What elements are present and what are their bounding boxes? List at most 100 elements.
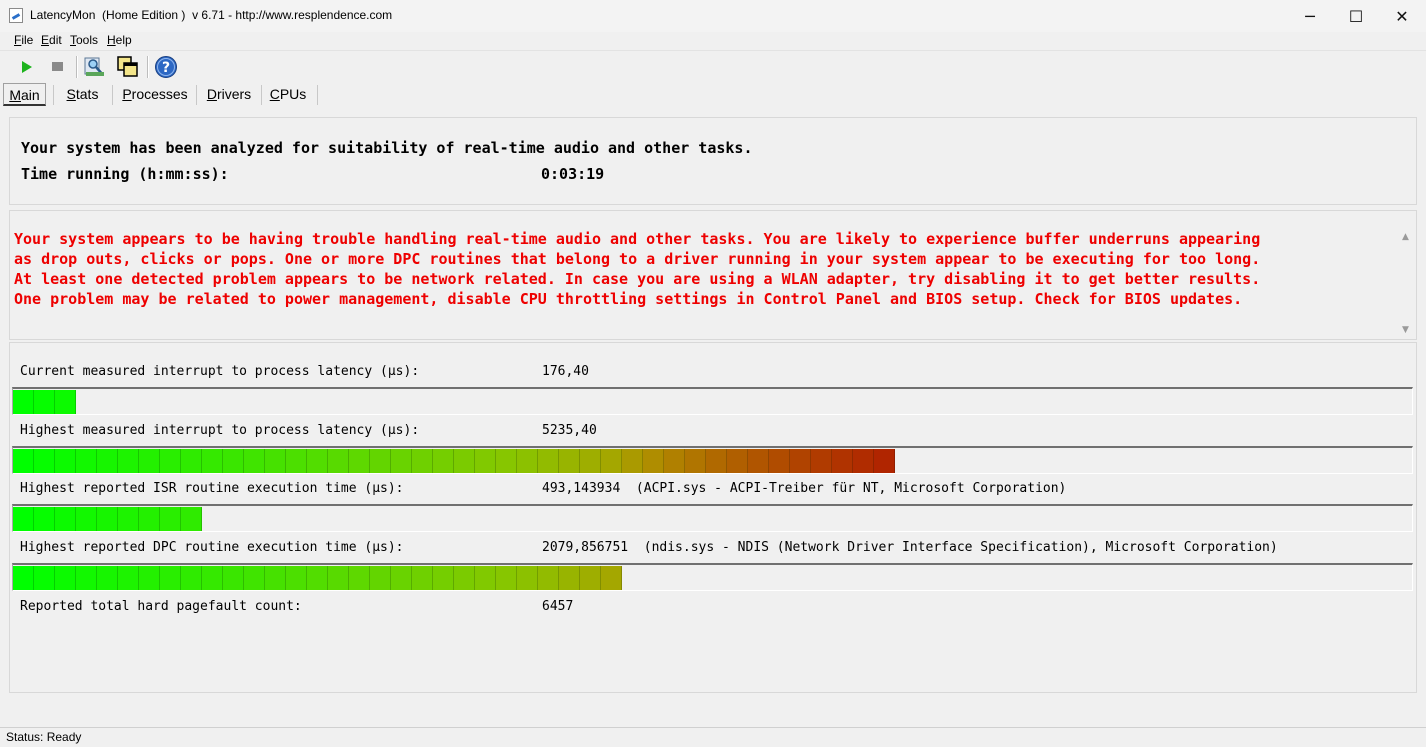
bar-segment [76,507,97,531]
highest-isr-value: 493,143934 (ACPI.sys - ACPI-Treiber für … [542,481,1067,496]
bar-segment [328,449,349,473]
tab-cpus[interactable]: CPUs [267,83,309,106]
toolbar: ? [0,52,1426,82]
bar-segment [790,449,811,473]
bar-segment [181,449,202,473]
tab-separator [53,85,54,105]
menu-help[interactable]: Help [107,33,132,47]
bar-segment [475,566,496,590]
pagefault-value: 6457 [542,599,574,614]
maximize-icon: ☐ [1348,6,1364,26]
bar-segment [643,449,664,473]
tab-drivers[interactable]: Drivers [202,83,256,106]
highest-dpc-bar [12,563,1413,591]
bar-segment [496,449,517,473]
highest-latency-bar [12,446,1413,474]
bar-segment [391,566,412,590]
bar-segment [559,449,580,473]
bar-segment [13,449,34,473]
bar-segment [454,566,475,590]
scroll-up-arrow[interactable]: ▲ [1402,232,1409,242]
stop-button[interactable] [46,55,70,79]
tab-separator [317,85,318,105]
bar-segment [202,449,223,473]
highest-isr-bar [12,504,1413,532]
menu-bar: File Edit Tools Help [0,32,1426,51]
summary-panel [9,117,1417,205]
bar-segment [139,566,160,590]
bar-segment [496,566,517,590]
highest-dpc-value: 2079,856751 (ndis.sys - NDIS (Network Dr… [542,540,1278,555]
bar-segment [832,449,853,473]
bar-segment [538,449,559,473]
tab-stats[interactable]: Stats [60,83,105,106]
bar-segment [601,449,622,473]
bar-segment [55,566,76,590]
bar-segment [118,507,139,531]
tab-main[interactable]: Main [3,83,46,106]
highest-latency-label: Highest measured interrupt to process la… [20,423,420,438]
bar-segment [454,449,475,473]
maximize-button[interactable]: ☐ [1333,0,1379,32]
bar-segment [13,507,34,531]
bar-segment [433,566,454,590]
scroll-down-arrow[interactable]: ▼ [1402,325,1409,335]
menu-file[interactable]: File [14,33,33,47]
latencymon-app-icon[interactable] [9,8,23,23]
minimize-icon: ─ [1305,6,1315,26]
tab-processes[interactable]: Processes [119,83,191,106]
bar-segment [223,449,244,473]
bar-segment [160,507,181,531]
search-driver-icon [84,57,104,76]
pagefault-label: Reported total hard pagefault count: [20,599,302,614]
help-glyph: ? [162,60,170,76]
bar-segment [34,566,55,590]
start-button[interactable] [14,55,38,79]
bar-segment [538,566,559,590]
bar-segment [622,449,643,473]
tab-strip: Main Stats Processes Drivers CPUs [0,82,1426,108]
bar-segment [307,566,328,590]
bar-segment [811,449,832,473]
highest-latency-value: 5235,40 [542,423,597,438]
bar-segment [349,566,370,590]
status-bar: Status: Ready [0,727,1426,747]
verdict-line: One problem may be related to power mana… [14,290,1243,308]
close-button[interactable]: ✕ [1379,0,1425,32]
tab-separator [112,85,113,105]
bar-segment [517,449,538,473]
tab-separator [261,85,262,105]
bar-segment [181,507,202,531]
bar-segment [370,449,391,473]
current-latency-label: Current measured interrupt to process la… [20,364,420,379]
analysis-headline: Your system has been analyzed for suitab… [21,139,753,157]
menu-tools[interactable]: Tools [70,33,98,47]
current-latency-bar [12,387,1413,415]
time-running-label: Time running (h:mm:ss): [21,165,229,183]
verdict-line: Your system appears to be having trouble… [14,230,1261,248]
bar-segment [328,566,349,590]
bar-segment [13,566,34,590]
driver-search-button[interactable] [83,55,107,79]
bar-segment [118,566,139,590]
bar-segment [244,449,265,473]
current-latency-value: 176,40 [542,364,589,379]
bar-segment [160,566,181,590]
toolbar-separator [76,56,78,78]
play-icon [22,61,32,73]
minimize-button[interactable]: ─ [1287,0,1333,32]
bar-segment [202,566,223,590]
windows-button[interactable] [116,55,140,79]
help-button[interactable]: ? [154,55,178,79]
window-title: LatencyMon (Home Edition ) v 6.71 - http… [30,8,393,22]
time-running-value: 0:03:19 [541,165,605,183]
bar-segment [727,449,748,473]
bar-segment [55,507,76,531]
bar-segment [97,566,118,590]
bar-segment [181,566,202,590]
highest-dpc-label: Highest reported DPC routine execution t… [20,540,404,555]
bar-segment [412,449,433,473]
help-icon: ? [155,56,177,78]
bar-segment [580,449,601,473]
menu-edit[interactable]: Edit [41,33,62,47]
